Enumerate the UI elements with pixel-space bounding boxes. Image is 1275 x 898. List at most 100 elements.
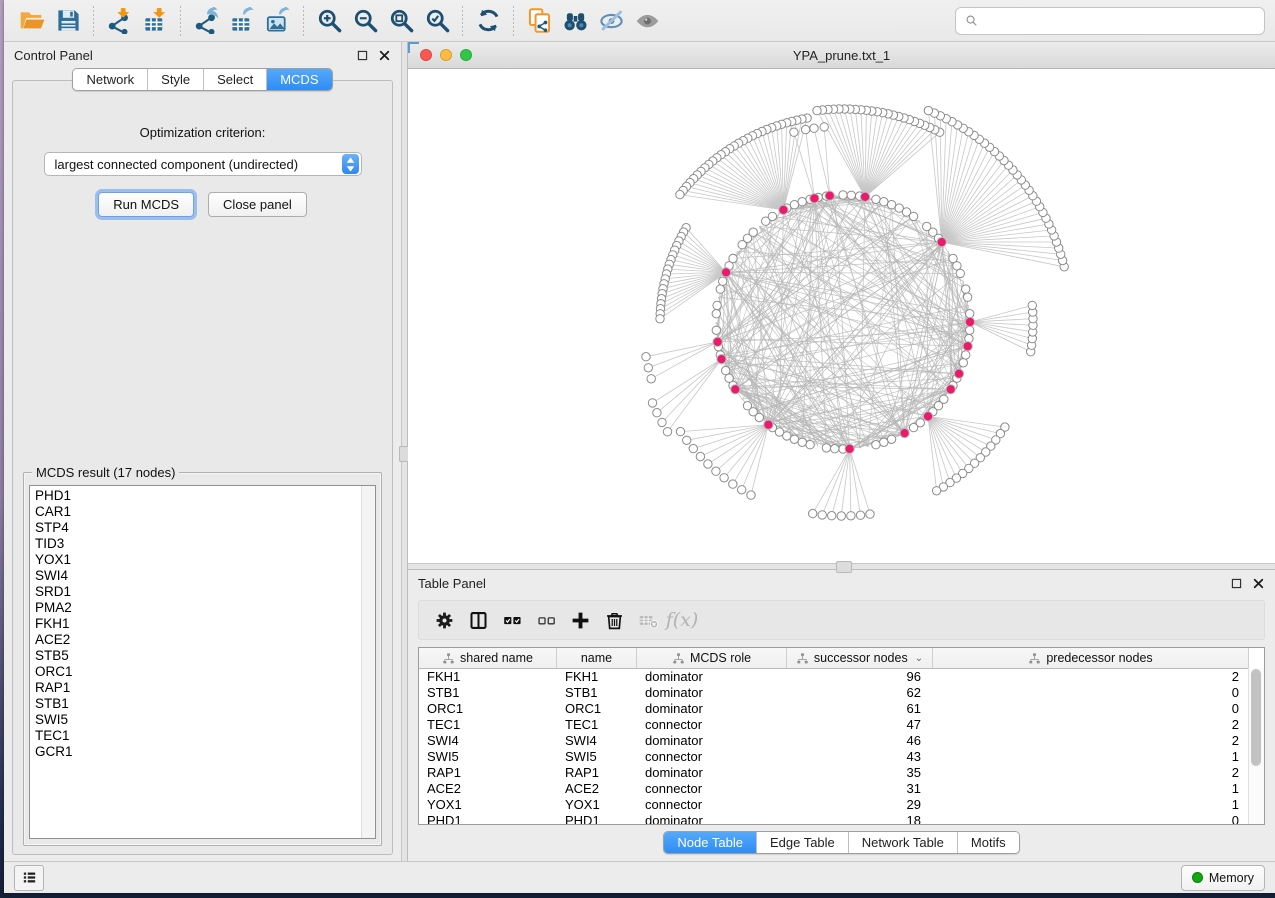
network-node[interactable] xyxy=(813,106,821,114)
table-row[interactable]: ACE2ACE2connector311 xyxy=(419,781,1249,797)
network-dominator-node[interactable] xyxy=(946,385,955,394)
first-neighbors-button[interactable] xyxy=(557,5,593,37)
network-node[interactable] xyxy=(738,486,746,494)
network-node[interactable] xyxy=(747,491,755,499)
run-mcds-button[interactable]: Run MCDS xyxy=(98,192,194,217)
network-node[interactable] xyxy=(743,402,751,410)
network-node[interactable] xyxy=(768,212,776,220)
table-row[interactable]: STB1STB1dominator620 xyxy=(419,685,1249,701)
network-node[interactable] xyxy=(719,277,727,285)
network-node[interactable] xyxy=(722,366,730,374)
network-dominator-node[interactable] xyxy=(963,342,972,351)
tab-style[interactable]: Style xyxy=(147,69,203,90)
network-canvas[interactable] xyxy=(408,69,1275,563)
network-node[interactable] xyxy=(648,399,656,407)
network-node[interactable] xyxy=(872,195,880,203)
network-dominator-node[interactable] xyxy=(900,429,909,438)
mcds-result-item[interactable]: TID3 xyxy=(35,536,375,552)
network-node[interactable] xyxy=(837,512,845,520)
network-node[interactable] xyxy=(696,452,704,460)
network-dominator-node[interactable] xyxy=(954,369,963,378)
network-node[interactable] xyxy=(847,512,855,520)
network-node[interactable] xyxy=(790,128,798,136)
table-row[interactable]: TEC1TEC1connector472 xyxy=(419,717,1249,733)
zoom-fit-button[interactable] xyxy=(383,5,419,37)
network-node[interactable] xyxy=(966,310,974,318)
network-node[interactable] xyxy=(909,423,917,431)
delete-column-button[interactable] xyxy=(597,605,631,635)
network-node[interactable] xyxy=(712,467,720,475)
network-node[interactable] xyxy=(683,436,691,444)
network-node[interactable] xyxy=(790,201,798,209)
network-node[interactable] xyxy=(818,511,826,519)
memory-button[interactable]: Memory xyxy=(1181,865,1265,891)
table-row[interactable]: RAP1RAP1dominator352 xyxy=(419,765,1249,781)
network-node[interactable] xyxy=(831,445,839,453)
network-node[interactable] xyxy=(880,438,888,446)
network-node[interactable] xyxy=(963,293,971,301)
search-input[interactable] xyxy=(985,12,1256,29)
table-row[interactable]: SWI5SWI5connector431 xyxy=(419,749,1249,765)
mcds-result-item[interactable]: SWI4 xyxy=(35,568,375,584)
network-node[interactable] xyxy=(644,364,652,372)
tab-network[interactable]: Network xyxy=(73,69,147,90)
network-node[interactable] xyxy=(663,428,671,436)
network-node[interactable] xyxy=(959,359,967,367)
mcds-list-scrollbar[interactable] xyxy=(361,486,375,838)
network-node[interactable] xyxy=(880,198,888,206)
tab-mcds[interactable]: MCDS xyxy=(266,69,331,90)
vertical-splitter[interactable] xyxy=(401,42,408,861)
mcds-result-item[interactable]: PHD1 xyxy=(35,488,375,504)
column-header-shared-name[interactable]: shared name xyxy=(419,648,557,668)
network-dominator-node[interactable] xyxy=(937,238,946,247)
network-node[interactable] xyxy=(647,375,655,383)
tab-edge-table[interactable]: Edge Table xyxy=(756,832,848,853)
network-node[interactable] xyxy=(909,212,917,220)
network-node[interactable] xyxy=(810,124,818,132)
zoom-in-button[interactable] xyxy=(311,5,347,37)
horizontal-splitter[interactable] xyxy=(408,563,1275,570)
network-node[interactable] xyxy=(712,326,720,334)
network-node[interactable] xyxy=(689,444,697,452)
tab-node-table[interactable]: Node Table xyxy=(664,832,756,853)
mcds-result-item[interactable]: STB5 xyxy=(35,648,375,664)
splitter-grab-icon[interactable] xyxy=(836,561,852,573)
import-table-button[interactable] xyxy=(137,5,173,37)
column-header-successor-nodes[interactable]: successor nodes⌄ xyxy=(787,648,933,668)
network-node[interactable] xyxy=(887,435,895,443)
import-network-button[interactable] xyxy=(101,5,137,37)
network-titlebar[interactable]: YPA_prune.txt_1 xyxy=(408,42,1275,69)
network-dominator-node[interactable] xyxy=(810,194,819,203)
network-node[interactable] xyxy=(801,125,809,133)
network-node[interactable] xyxy=(656,315,664,323)
tab-motifs[interactable]: Motifs xyxy=(957,832,1019,853)
network-node[interactable] xyxy=(658,418,666,426)
mcds-result-item[interactable]: YOX1 xyxy=(35,552,375,568)
mcds-result-item[interactable]: PMA2 xyxy=(35,600,375,616)
table-scrollbar[interactable] xyxy=(1248,668,1264,824)
network-node[interactable] xyxy=(676,427,684,435)
network-dominator-node[interactable] xyxy=(965,317,974,326)
network-node[interactable] xyxy=(856,511,864,519)
table-panel-close-button[interactable] xyxy=(1252,577,1265,590)
network-dominator-node[interactable] xyxy=(717,355,726,364)
network-node[interactable] xyxy=(1028,301,1036,309)
network-node[interactable] xyxy=(839,191,847,199)
network-dominator-node[interactable] xyxy=(722,268,731,277)
save-session-button[interactable] xyxy=(50,5,86,37)
export-network-button[interactable] xyxy=(188,5,224,37)
tab-select[interactable]: Select xyxy=(203,69,266,90)
table-row[interactable]: FKH1FKH1dominator962 xyxy=(419,669,1249,685)
network-dominator-node[interactable] xyxy=(713,337,722,346)
network-node[interactable] xyxy=(704,460,712,468)
mcds-result-item[interactable]: ORC1 xyxy=(35,664,375,680)
mcds-result-item[interactable]: STB1 xyxy=(35,696,375,712)
mcds-result-item[interactable]: GCR1 xyxy=(35,744,375,760)
network-node[interactable] xyxy=(932,487,940,495)
network-node[interactable] xyxy=(962,351,970,359)
close-panel-button[interactable]: Close panel xyxy=(208,192,307,217)
table-settings-button[interactable] xyxy=(427,605,461,635)
create-column-button[interactable] xyxy=(563,605,597,635)
column-header-name[interactable]: name xyxy=(557,648,637,668)
export-image-button[interactable] xyxy=(260,5,296,37)
